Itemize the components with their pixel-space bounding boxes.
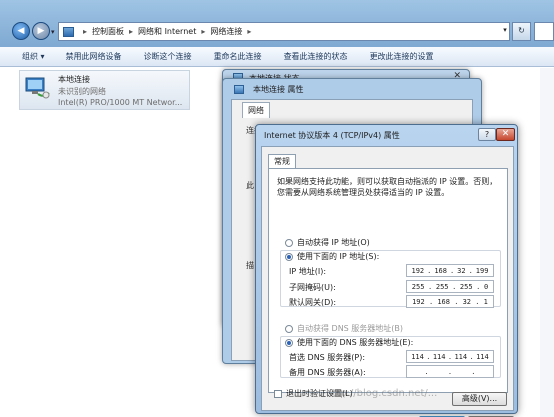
auto-ip-label: 自动获得 IP 地址(O) <box>297 238 370 247</box>
description-fragment: 描 <box>246 261 254 270</box>
checkbox-box <box>274 389 282 398</box>
auto-dns-radio[interactable]: 自动获得 DNS 服务器地址(B) <box>285 323 403 334</box>
breadcrumb-separator: ▸ <box>129 27 134 36</box>
search-input[interactable] <box>534 22 554 41</box>
dot: . <box>426 352 431 361</box>
organize-menu[interactable]: 组织 ▾ <box>0 51 55 62</box>
command-toolbar: 组织 ▾ 禁用此网络设备 诊断这个连接 重命名此连接 查看此连接的状态 更改此连… <box>0 47 554 67</box>
dot: . <box>427 266 432 275</box>
dot: . <box>452 282 457 291</box>
address-dropdown-icon[interactable]: ▾ <box>500 22 510 41</box>
octet: 255 <box>411 282 425 291</box>
manual-ip-radio[interactable]: 使用下面的 IP 地址(S): <box>285 251 383 262</box>
help-button[interactable]: ? <box>478 128 496 141</box>
rename-button[interactable]: 重命名此连接 <box>203 51 273 62</box>
dot: . <box>447 352 453 361</box>
dot: . <box>449 266 455 275</box>
dot: . <box>428 297 434 306</box>
right-scroll-area <box>540 68 554 417</box>
dialog-title: Internet 协议版本 4 (TCP/IPv4) 属性 <box>264 131 400 140</box>
dot: . <box>469 352 474 361</box>
octet: 255 <box>435 282 449 291</box>
tab-network[interactable]: 网络 <box>242 102 270 118</box>
radio-circle-selected <box>285 252 293 261</box>
disable-device-button[interactable]: 禁用此网络设备 <box>55 51 133 62</box>
manual-dns-label: 使用下面的 DNS 服务器地址(E): <box>297 338 414 347</box>
description-line-1: 如果网络支持此功能，则可以获取自动指派的 IP 设置。否则， <box>277 177 498 186</box>
forward-button[interactable]: ▶ <box>32 22 50 40</box>
change-settings-button[interactable]: 更改此连接的设置 <box>359 51 445 62</box>
connection-name: 本地连接 <box>58 75 90 84</box>
alternate-dns-field[interactable]: ... <box>406 365 494 378</box>
subnet-mask-label: 子网掩码(U): <box>289 283 336 292</box>
octet: 32 <box>462 297 472 306</box>
octet: 114 <box>411 352 424 361</box>
dot: . <box>447 367 453 376</box>
ip-address-field[interactable]: 192. 168. 32. 199 <box>406 264 494 277</box>
radio-circle-selected <box>285 338 293 347</box>
watermark: http://blog.csdn.net/... <box>326 388 438 399</box>
general-tab-panel: 如果网络支持此功能，则可以获取自动指派的 IP 设置。否则， 您需要从网络系统管… <box>268 168 508 393</box>
dot: . <box>424 367 429 376</box>
octet: 114 <box>476 352 489 361</box>
auto-ip-radio[interactable]: 自动获得 IP 地址(O) <box>285 237 370 248</box>
advanced-button[interactable]: 高级(V)... <box>452 392 507 406</box>
alternate-dns-label: 备用 DNS 服务器(A): <box>289 368 366 377</box>
preferred-dns-label: 首选 DNS 服务器(P): <box>289 353 366 362</box>
back-button[interactable]: ◀ <box>12 22 30 40</box>
tcpipv4-properties-dialog: Internet 协议版本 4 (TCP/IPv4) 属性 ? ✕ 常规 如果网… <box>255 124 518 417</box>
breadcrumb-network-connections[interactable]: 网络连接 <box>210 26 242 37</box>
dot: . <box>428 282 433 291</box>
dot: . <box>475 297 480 306</box>
gateway-label: 默认网关(D): <box>289 298 337 307</box>
manual-dns-radio[interactable]: 使用下面的 DNS 服务器地址(E): <box>285 337 417 348</box>
dot: . <box>471 367 476 376</box>
address-bar[interactable]: ▸ 控制面板 ▸ 网络和 Internet ▸ 网络连接 ▸ <box>58 22 510 41</box>
control-panel-icon <box>63 26 74 37</box>
octet: 192 <box>412 297 425 306</box>
view-status-button[interactable]: 查看此连接的状态 <box>273 51 359 62</box>
close-button[interactable]: ✕ <box>496 128 515 141</box>
dot: . <box>454 297 459 306</box>
tab-general[interactable]: 常规 <box>268 154 296 169</box>
radio-circle <box>285 238 293 247</box>
refresh-button[interactable]: ↻ <box>512 22 531 41</box>
network-icon <box>234 85 244 94</box>
dot: . <box>468 266 473 275</box>
breadcrumb-control-panel[interactable]: 控制面板 <box>92 26 124 37</box>
octet: 0 <box>483 282 489 291</box>
subnet-mask-field[interactable]: 255. 255. 255. 0 <box>406 280 494 293</box>
octet: 192 <box>411 266 425 275</box>
octet: 1 <box>483 297 488 306</box>
auto-dns-label: 自动获得 DNS 服务器地址(B) <box>297 324 404 333</box>
ip-address-label: IP 地址(I): <box>289 267 327 276</box>
connection-device: Intel(R) PRO/1000 MT Networ... <box>58 98 183 107</box>
explorer-title-bar: ◀ ▶ ▾ ▸ 控制面板 ▸ 网络和 Internet ▸ 网络连接 ▸ ▾ ↻ <box>0 0 554 47</box>
preferred-dns-field[interactable]: 114. 114. 114. 114 <box>406 350 494 363</box>
breadcrumb-separator: ▸ <box>201 27 206 36</box>
connection-status: 未识别的网络 <box>58 87 106 96</box>
properties-dialog-title: 本地连接 属性 <box>253 85 304 94</box>
breadcrumb-network-internet[interactable]: 网络和 Internet <box>138 26 196 37</box>
octet: 32 <box>457 266 466 275</box>
octet: 114 <box>432 352 446 361</box>
description-line-2: 您需要从网络系统管理员处获得适当的 IP 设置。 <box>277 188 450 197</box>
breadcrumb-separator: ▸ <box>83 27 88 36</box>
octet: 199 <box>475 266 489 275</box>
connection-item-local[interactable]: 本地连接 未识别的网络 Intel(R) PRO/1000 MT Networ.… <box>19 70 190 110</box>
diagnose-button[interactable]: 诊断这个连接 <box>133 51 203 62</box>
dot: . <box>476 282 481 291</box>
dialog-body: 常规 如果网络支持此功能，则可以获取自动指派的 IP 设置。否则， 您需要从网络… <box>261 146 514 417</box>
recent-pages-dropdown[interactable]: ▾ <box>51 28 55 36</box>
octet: 168 <box>437 297 450 306</box>
properties-text-fragment: 此 <box>246 181 254 190</box>
radio-circle <box>285 324 293 333</box>
manual-ip-label: 使用下面的 IP 地址(S): <box>297 252 380 261</box>
network-adapter-icon <box>25 77 50 99</box>
octet: 255 <box>459 282 473 291</box>
octet: 168 <box>434 266 447 275</box>
gateway-field[interactable]: 192. 168. 32. 1 <box>406 295 494 308</box>
breadcrumb-separator: ▸ <box>247 27 252 36</box>
octet: 114 <box>454 352 468 361</box>
